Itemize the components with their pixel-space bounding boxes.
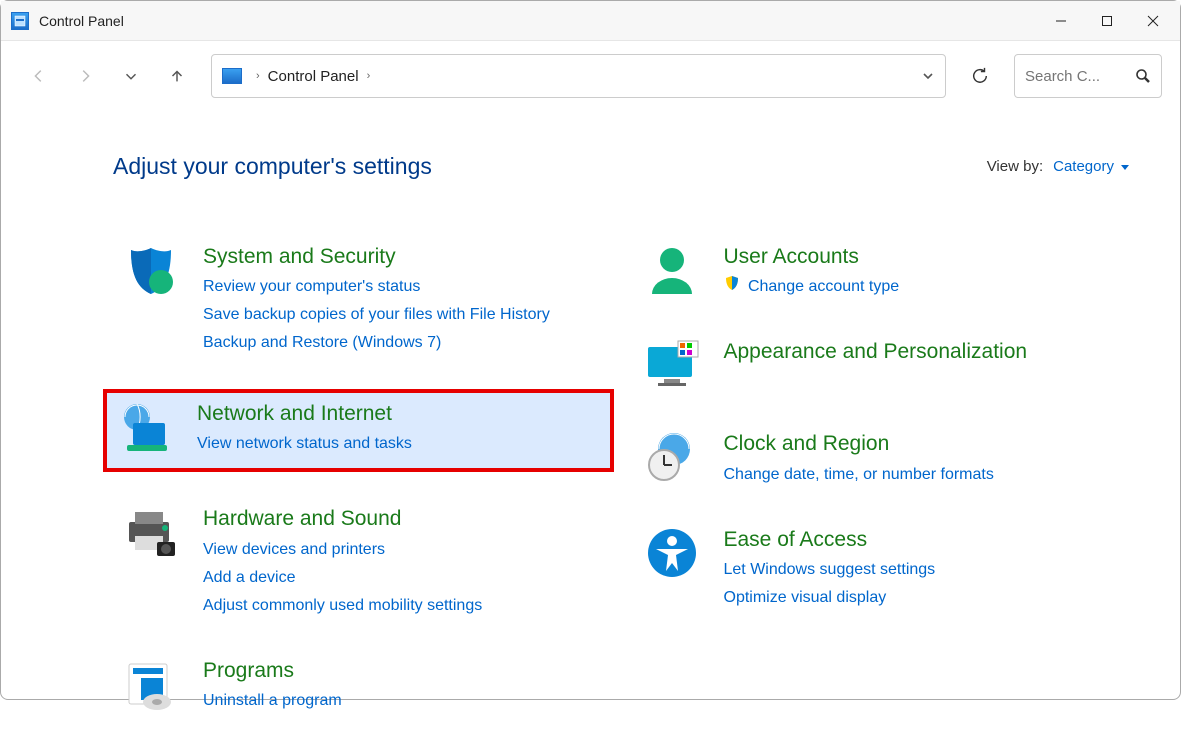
maximize-button[interactable] [1084, 1, 1130, 41]
link-suggest-settings[interactable]: Let Windows suggest settings [724, 556, 936, 584]
search-input[interactable] [1025, 68, 1115, 85]
category-title-appearance[interactable]: Appearance and Personalization [724, 339, 1028, 364]
title-bar: Control Panel [1, 1, 1180, 41]
category-appearance: Appearance and Personalization [634, 333, 1131, 397]
network-icon [113, 399, 177, 455]
view-by-label: View by: [987, 158, 1043, 175]
category-user-accounts: User Accounts Change account type [634, 238, 1131, 305]
category-programs: Programs Uninstall a program [113, 652, 610, 719]
minimize-button[interactable] [1038, 1, 1084, 41]
search-icon [1135, 68, 1151, 84]
chevron-right-icon[interactable]: › [367, 70, 371, 82]
link-add-device[interactable]: Add a device [203, 564, 482, 592]
link-backup-restore[interactable]: Backup and Restore (Windows 7) [203, 329, 550, 357]
recent-locations-button[interactable] [111, 56, 151, 96]
category-columns: System and Security Review your computer… [113, 238, 1130, 747]
category-title-clock[interactable]: Clock and Region [724, 431, 994, 456]
monitor-icon [640, 337, 704, 393]
uac-shield-icon [724, 273, 740, 301]
link-optimize-display[interactable]: Optimize visual display [724, 584, 936, 612]
programs-icon [119, 656, 183, 712]
chevron-right-icon[interactable]: › [256, 70, 260, 82]
category-network-internet: Network and Internet View network status… [103, 389, 614, 472]
link-mobility-settings[interactable]: Adjust commonly used mobility settings [203, 592, 482, 620]
caret-down-icon [1120, 162, 1130, 172]
link-network-status[interactable]: View network status and tasks [197, 430, 412, 458]
right-column: User Accounts Change account type Appear… [634, 238, 1131, 747]
chevron-down-icon[interactable] [921, 69, 935, 83]
content-header: Adjust your computer's settings View by:… [113, 153, 1130, 180]
left-column: System and Security Review your computer… [113, 238, 610, 747]
link-text: Change account type [748, 278, 899, 295]
window-controls [1038, 1, 1176, 41]
back-button[interactable] [19, 56, 59, 96]
control-panel-app-icon [11, 12, 29, 30]
link-devices-printers[interactable]: View devices and printers [203, 536, 482, 564]
search-box[interactable] [1014, 54, 1162, 98]
link-date-time-formats[interactable]: Change date, time, or number formats [724, 461, 994, 489]
content-area: Adjust your computer's settings View by:… [1, 111, 1180, 747]
shield-icon [119, 242, 183, 298]
control-panel-icon [222, 68, 242, 84]
user-icon [640, 242, 704, 298]
view-by-control: View by: Category [987, 158, 1130, 175]
close-button[interactable] [1130, 1, 1176, 41]
view-by-value: Category [1053, 158, 1114, 175]
link-file-history[interactable]: Save backup copies of your files with Fi… [203, 301, 550, 329]
category-ease-of-access: Ease of Access Let Windows suggest setti… [634, 521, 1131, 616]
category-system-security: System and Security Review your computer… [113, 238, 610, 361]
toolbar: › Control Panel › [1, 41, 1180, 111]
link-change-account-type[interactable]: Change account type [724, 273, 900, 301]
address-bar[interactable]: › Control Panel › [211, 54, 946, 98]
breadcrumb-control-panel[interactable]: Control Panel [268, 68, 359, 85]
accessibility-icon [640, 525, 704, 581]
window-title: Control Panel [39, 13, 124, 29]
category-clock-region: Clock and Region Change date, time, or n… [634, 425, 1131, 492]
category-title-system-security[interactable]: System and Security [203, 244, 550, 269]
view-by-dropdown[interactable]: Category [1053, 158, 1130, 175]
category-title-network[interactable]: Network and Internet [197, 401, 412, 426]
clock-globe-icon [640, 429, 704, 485]
category-title-programs[interactable]: Programs [203, 658, 342, 683]
category-hardware-sound: Hardware and Sound View devices and prin… [113, 500, 610, 623]
category-title-hardware[interactable]: Hardware and Sound [203, 506, 482, 531]
refresh-button[interactable] [956, 54, 1004, 98]
up-button[interactable] [157, 56, 197, 96]
category-title-user-accounts[interactable]: User Accounts [724, 244, 900, 269]
printer-icon [119, 504, 183, 560]
category-title-ease[interactable]: Ease of Access [724, 527, 936, 552]
link-uninstall-program[interactable]: Uninstall a program [203, 687, 342, 715]
page-title: Adjust your computer's settings [113, 153, 432, 180]
link-review-status[interactable]: Review your computer's status [203, 273, 550, 301]
forward-button[interactable] [65, 56, 105, 96]
